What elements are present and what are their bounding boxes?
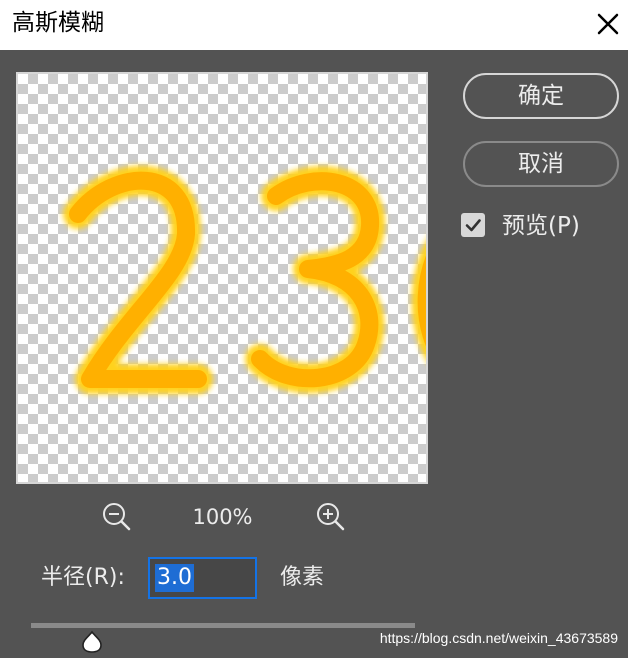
- radius-slider-thumb[interactable]: [80, 630, 104, 654]
- title-bar: 高斯模糊: [0, 0, 628, 50]
- zoom-in-button[interactable]: [314, 500, 348, 534]
- close-button[interactable]: [590, 6, 626, 42]
- preview-canvas[interactable]: [16, 72, 428, 484]
- zoom-in-icon: [317, 503, 345, 531]
- preview-content: [63, 165, 426, 394]
- ok-button[interactable]: 确定: [463, 73, 619, 119]
- radius-unit-label: 像素: [280, 565, 325, 590]
- zoom-out-icon: [103, 503, 131, 531]
- digit-partial-glow: [411, 241, 426, 360]
- dialog-title: 高斯模糊: [12, 10, 104, 36]
- preview-checkbox-label[interactable]: 预览(P): [502, 211, 580, 241]
- zoom-level: 100%: [192, 505, 253, 529]
- digit-partial-stroke: [417, 255, 426, 346]
- cancel-button[interactable]: 取消: [463, 141, 619, 187]
- watermark: https://blog.csdn.net/weixin_43673589: [379, 630, 618, 646]
- radius-label: 半径(R):: [41, 565, 125, 590]
- preview-checkbox[interactable]: [461, 213, 485, 237]
- radius-value: 3.0: [155, 564, 194, 592]
- radius-input[interactable]: 3.0: [148, 557, 257, 599]
- checkbox-checked-icon: [465, 219, 481, 232]
- zoom-out-button[interactable]: [100, 500, 134, 534]
- close-icon: [597, 13, 619, 35]
- slider-thumb-icon: [82, 630, 103, 653]
- radius-slider-track[interactable]: [31, 623, 415, 628]
